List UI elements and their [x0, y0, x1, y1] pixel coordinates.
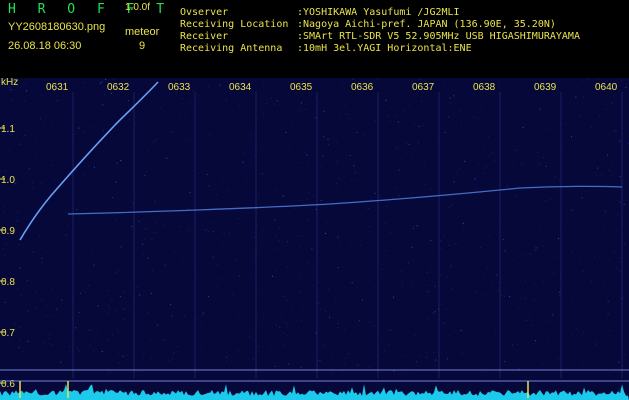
- info-label-receiver: Receiver: [180, 31, 229, 42]
- time-tick-label: 0636: [351, 82, 374, 93]
- signal-traces: [19, 81, 623, 241]
- frequency-tick-label: 0.8: [1, 277, 15, 288]
- spectrogram-plot: kHz 1.11.00.90.80.70.6 0631 0632 0633 0634 0…: [0, 78, 629, 400]
- info-value-receiver: :SMArt RTL-SDR V5 52.905MHz USB HIGASHIM…: [297, 31, 580, 42]
- meteor-label: meteor: [125, 26, 160, 38]
- info-label-observer: Ovserver: [180, 7, 229, 18]
- info-label-location: Receiving Location: [180, 19, 289, 30]
- frequency-tick-label: 1.1: [1, 124, 15, 135]
- info-value-observer: :YOSHIKAWA Yasufumi /JG2MLI: [297, 7, 460, 18]
- app-version: 1.0.0f: [125, 2, 151, 13]
- frequency-axis: kHz 1.11.00.90.80.70.6: [0, 78, 18, 390]
- time-tick-label: 0639: [534, 82, 557, 93]
- image-filename: YY2608180630.png: [8, 21, 106, 33]
- time-axis: 0631 0632 0633 0634 0635 0636 0637 0638 0639 0640: [46, 82, 618, 93]
- carrier-trace: [67, 185, 623, 215]
- info-value-antenna: :10mH 3el.YAGI Horizontal:ENE: [297, 43, 472, 54]
- frequency-tick-label: 0.9: [1, 226, 15, 237]
- time-tick-label: 0635: [290, 82, 313, 93]
- amplitude-strip: [0, 369, 629, 400]
- spectrogram-panel: kHz 1.1 1.0 0.9 0.8 0.7 0.6 0631 0632 0633 0634 0…: [0, 78, 629, 400]
- time-tick-label: 0638: [473, 82, 496, 93]
- time-tick-label: 0631: [46, 82, 69, 93]
- noise-speckles: [0, 78, 629, 374]
- info-label-antenna: Receiving Antenna: [180, 43, 283, 54]
- time-tick-label: 0634: [229, 82, 252, 93]
- observation-datetime: 26.08.18 06:30: [8, 40, 82, 52]
- meteor-trace: [19, 81, 159, 241]
- time-tick-label: 0640: [595, 82, 618, 93]
- time-tick-label: 0633: [168, 82, 191, 93]
- amplitude-noise: [0, 384, 629, 400]
- frequency-tick-label: 1.0: [1, 175, 15, 186]
- time-tick-label: 0637: [412, 82, 435, 93]
- info-value-location: :Nagoya Aichi-pref. JAPAN (136.90E, 35.2…: [297, 19, 556, 30]
- time-tick-label: 0632: [107, 82, 130, 93]
- frequency-unit: kHz: [1, 78, 18, 88]
- header-panel: H R O F F T 1.0.0f YY2608180630.png mete…: [0, 0, 629, 78]
- grid-lines: [72, 92, 623, 378]
- meteor-count: 9: [139, 40, 146, 52]
- frequency-tick-label: 0.7: [1, 328, 15, 339]
